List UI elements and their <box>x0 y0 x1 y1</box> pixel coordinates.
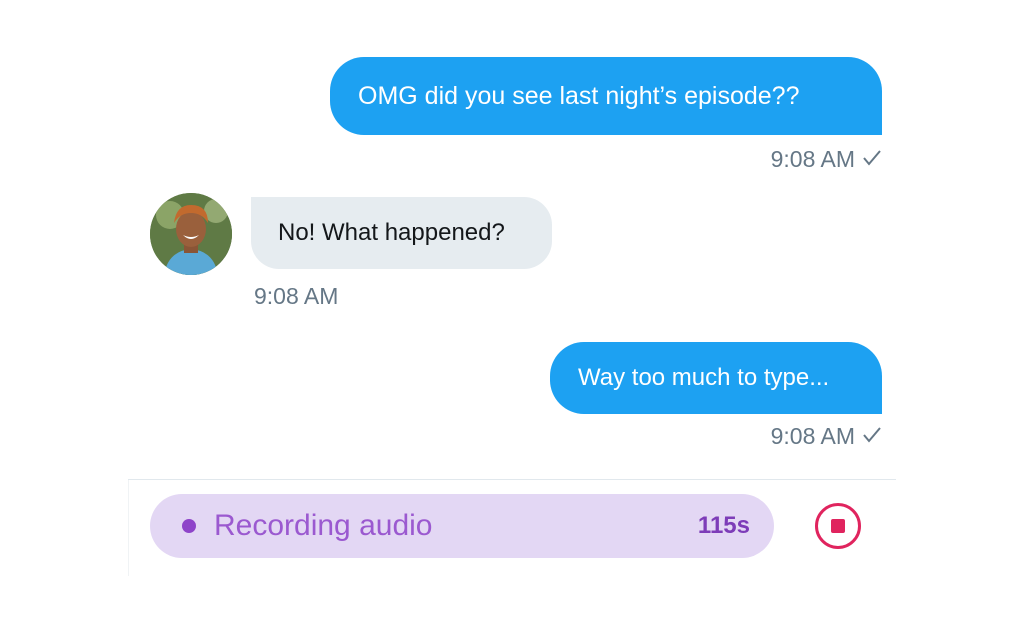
message-text: No! What happened? <box>278 219 505 246</box>
stop-icon <box>831 519 845 533</box>
message-meta: 9:08 AM <box>700 421 882 451</box>
recording-label: Recording audio <box>214 509 433 542</box>
audio-recorder-bar[interactable]: Recording audio 115s <box>150 494 774 558</box>
check-icon <box>862 146 882 173</box>
outgoing-message-bubble[interactable]: Way too much to type... <box>550 342 882 414</box>
message-meta: 9:08 AM <box>700 144 882 174</box>
recording-dot-icon <box>182 519 196 533</box>
message-timestamp: 9:08 AM <box>254 282 339 309</box>
message-text: OMG did you see last night’s episode?? <box>358 81 800 110</box>
composer-divider <box>128 479 896 480</box>
check-icon <box>862 423 882 450</box>
contact-avatar[interactable] <box>150 193 232 275</box>
avatar-image <box>150 193 232 275</box>
stop-recording-button[interactable] <box>815 503 861 549</box>
message-text: Way too much to type... <box>578 364 830 391</box>
composer-edge <box>128 480 129 576</box>
message-meta: 9:08 AM <box>254 281 394 311</box>
recording-timer: 115s <box>697 512 750 539</box>
message-timestamp: 9:08 AM <box>770 422 855 449</box>
incoming-message-bubble[interactable]: No! What happened? <box>251 197 552 269</box>
message-timestamp: 9:08 AM <box>770 145 855 172</box>
outgoing-message-bubble[interactable]: OMG did you see last night’s episode?? <box>330 57 882 135</box>
